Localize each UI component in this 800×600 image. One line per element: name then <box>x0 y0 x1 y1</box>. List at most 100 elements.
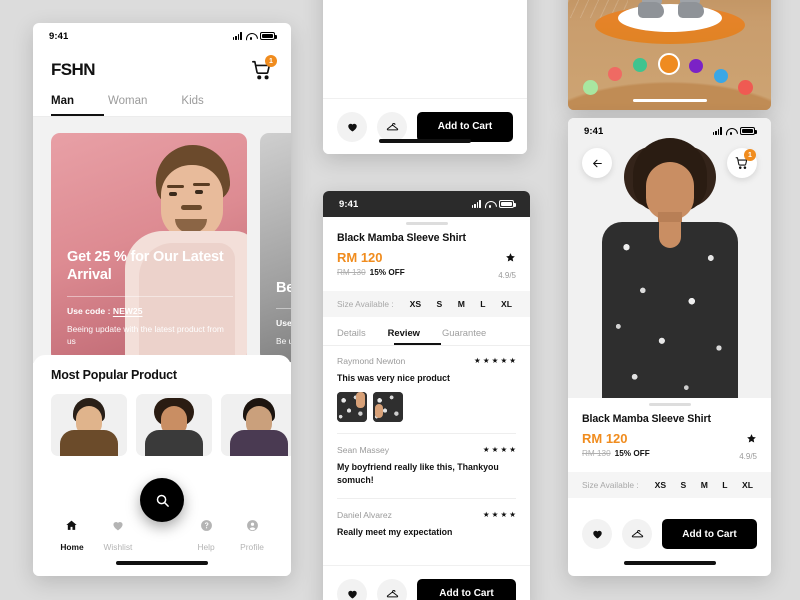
hanger-button[interactable] <box>377 578 407 600</box>
clothes-hanger-icon <box>386 589 398 597</box>
nav-label-wishlist: Wishlist <box>103 542 133 552</box>
ar-shoe-right <box>678 2 704 18</box>
status-bar: 9:41 <box>33 23 291 49</box>
list-item[interactable] <box>221 394 291 456</box>
size-option-xs[interactable]: XS <box>410 299 421 309</box>
search-icon <box>156 494 169 507</box>
sidebar-item-profile[interactable]: Profile <box>229 519 275 552</box>
status-bar-time: 9:41 <box>339 198 359 210</box>
hanger-button[interactable] <box>622 519 652 549</box>
banner-code-value: NEW25 <box>112 305 143 316</box>
size-option-l[interactable]: L <box>722 480 727 490</box>
banner-rule <box>276 308 291 310</box>
search-fab-button[interactable] <box>140 478 184 522</box>
size-option-xl[interactable]: XL <box>742 480 753 490</box>
size-option-m[interactable]: M <box>458 299 465 309</box>
tab-details[interactable]: Details <box>337 327 366 345</box>
ar-shoe-left <box>638 2 664 18</box>
product-header: Black Mamba Sleeve Shirt RM 120 RM 130 1… <box>323 225 530 291</box>
ar-color-picker <box>568 48 771 95</box>
wishlist-button[interactable] <box>337 111 367 142</box>
wishlist-button[interactable] <box>582 519 612 549</box>
tab-guarantee[interactable]: Guarantee <box>442 327 486 345</box>
color-dot-selected[interactable] <box>658 53 680 75</box>
size-option-l[interactable]: L <box>480 299 485 309</box>
list-item[interactable] <box>136 394 212 456</box>
signal-bars-icon <box>232 32 242 40</box>
tab-woman[interactable]: Woman <box>108 95 147 116</box>
rating-value: 4.9/5 <box>739 452 757 461</box>
sidebar-item-help[interactable]: Help <box>183 519 229 552</box>
battery-icon <box>499 200 516 208</box>
hanger-button[interactable] <box>377 111 407 142</box>
popular-products-title: Most Popular Product <box>51 368 177 382</box>
size-option-xs[interactable]: XS <box>655 480 666 490</box>
review-text: My boyfriend really like this, Thankyou … <box>337 461 499 485</box>
color-dot-7[interactable] <box>738 80 753 95</box>
size-option-m[interactable]: M <box>701 480 708 490</box>
tab-kids[interactable]: Kids <box>181 95 203 116</box>
list-item: Raymond Newton ★ ★ ★ ★ ★ This was very n… <box>337 356 516 434</box>
add-to-cart-button[interactable]: Add to Cart <box>417 111 513 142</box>
size-option-xl[interactable]: XL <box>501 299 512 309</box>
review-screen: 9:41 Black Mamba Sleeve Shirt RM 120 RM … <box>323 191 530 600</box>
color-dot-5[interactable] <box>689 59 703 73</box>
discount-badge: 15% OFF <box>614 449 650 458</box>
banner-card-1[interactable]: Get 25 % for Our Latest Arrival Use code… <box>51 133 247 362</box>
home-content: Get 25 % for Our Latest Arrival Use code… <box>33 117 291 363</box>
home-indicator <box>379 139 471 143</box>
divider <box>337 498 516 500</box>
battery-icon <box>740 127 757 135</box>
sidebar-item-wishlist[interactable]: Wishlist <box>95 519 141 552</box>
home-indicator <box>632 99 707 102</box>
product-price: RM 120 <box>337 250 383 265</box>
heart-icon <box>347 123 357 131</box>
color-dot-2[interactable] <box>608 67 622 81</box>
review-photo[interactable] <box>373 391 403 422</box>
product-detail-screen: 9:41 1 Black Mamba Sleeve Shirt RM 120 R… <box>568 118 771 576</box>
detail-tabs: Details Review Guarantee <box>323 317 530 346</box>
add-to-cart-button[interactable]: Add to Cart <box>417 578 516 600</box>
popular-products-section: Most Popular Product <box>33 355 291 465</box>
review-list: Raymond Newton ★ ★ ★ ★ ★ This was very n… <box>323 346 530 539</box>
ar-spotlight <box>617 4 722 32</box>
review-text: This was very nice product <box>337 373 450 383</box>
tab-review[interactable]: Review <box>388 327 420 345</box>
cart-button[interactable]: 1 <box>251 55 277 81</box>
color-dot-3[interactable] <box>633 58 647 72</box>
action-bar: Add to Cart <box>568 506 771 562</box>
banner-subtitle-1: Beeing update with the latest product fr… <box>67 323 224 347</box>
banner-carousel[interactable]: Get 25 % for Our Latest Arrival Use code… <box>51 133 291 362</box>
banner-title-2: Be ch <box>276 279 291 296</box>
wishlist-button[interactable] <box>337 578 367 600</box>
discount-badge: 15% OFF <box>369 268 405 277</box>
signal-bars-icon <box>471 200 481 208</box>
product-detail-fragment: give the best service to our customer Ad… <box>323 0 527 154</box>
tab-man[interactable]: Man <box>51 95 74 116</box>
list-item: Sean Massey ★ ★ ★ ★ My boyfriend really … <box>337 445 516 500</box>
banner-subtitle-2: Be u in fa <box>276 336 291 347</box>
size-option-s[interactable]: S <box>681 480 687 490</box>
product-old-price: RM 130 <box>337 268 366 277</box>
heart-icon <box>113 522 123 531</box>
home-indicator <box>116 561 208 565</box>
rating-block: 4.9/5 <box>739 431 757 461</box>
ar-floor-background <box>568 0 771 110</box>
status-bar-time: 9:41 <box>584 125 604 137</box>
clothes-hanger-icon <box>386 122 398 130</box>
home-icon <box>66 520 78 530</box>
color-dot-6[interactable] <box>714 69 728 83</box>
banner-title-1: Get 25 % for Our Latest Arrival <box>67 248 224 284</box>
cart-button[interactable]: 1 <box>727 148 757 178</box>
sidebar-item-home[interactable]: Home <box>49 519 95 552</box>
size-option-s[interactable]: S <box>437 299 443 309</box>
list-item[interactable] <box>51 394 127 456</box>
review-photo[interactable] <box>337 391 367 422</box>
size-selector: Size Available : XS S M L XL <box>323 291 530 317</box>
color-dot-1[interactable] <box>583 80 598 95</box>
review-photos <box>337 391 516 422</box>
banner-card-2[interactable]: Be ch Use Be u in fa <box>260 133 291 362</box>
add-to-cart-button[interactable]: Add to Cart <box>662 519 757 549</box>
home-header: FSHN 1 <box>33 49 291 81</box>
back-button[interactable] <box>582 148 612 178</box>
